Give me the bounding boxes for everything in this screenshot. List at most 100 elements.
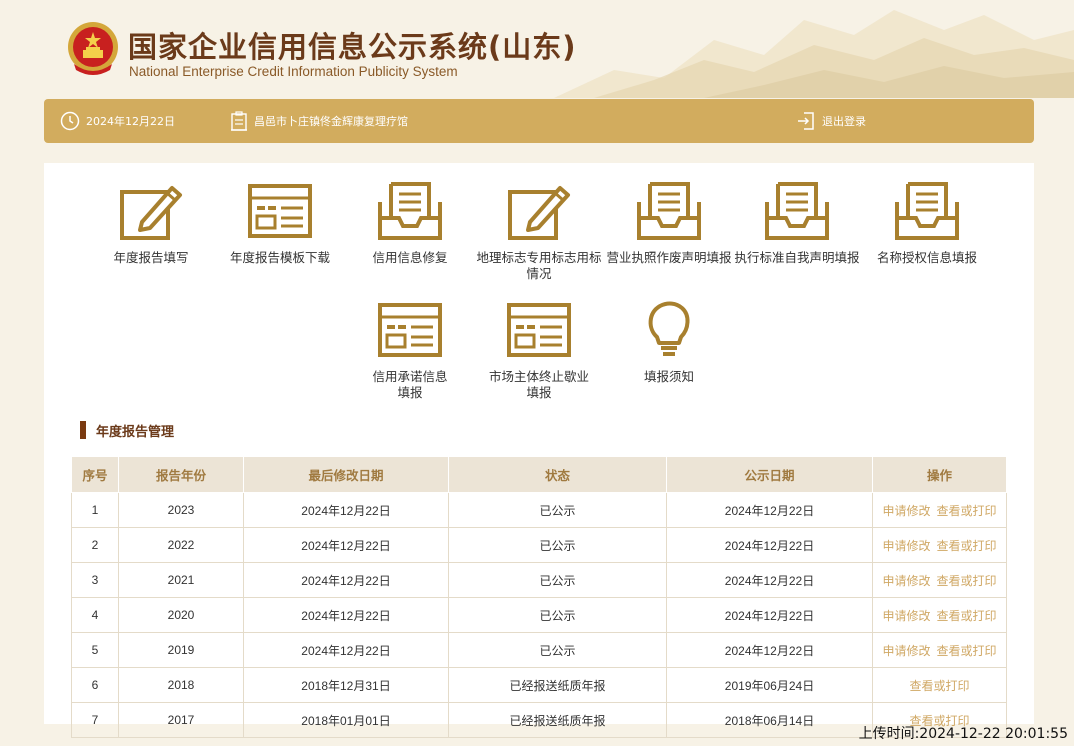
- logout-icon: [798, 112, 814, 130]
- tile-license-void[interactable]: 营业执照作废声明填报: [599, 180, 739, 266]
- current-date: 2024年12月22日: [86, 115, 175, 128]
- col-header: 状态: [448, 456, 667, 493]
- table-row: 6 2018 2018年12月31日 已经报送纸质年报 2019年06月24日 …: [71, 667, 1007, 703]
- tile-geo-mark[interactable]: 地理标志专用标志用标情况: [469, 180, 609, 282]
- cell-status: 已经报送纸质年报: [448, 702, 667, 738]
- annual-report-table: 序号 报告年份 最后修改日期 状态 公示日期 操作 1 2023 2024年12…: [71, 456, 1007, 738]
- template-icon: [507, 303, 571, 357]
- inbox-icon: [895, 182, 959, 240]
- cell-year: 2017: [118, 702, 244, 738]
- cell-ops: 申请修改 查看或打印: [872, 632, 1007, 668]
- cell-no: 1: [71, 492, 119, 528]
- edit-icon: [508, 186, 570, 240]
- tile-standard-declaration[interactable]: 执行标准自我声明填报: [727, 180, 867, 266]
- tile-label: 信用承诺信息填报: [372, 369, 448, 400]
- table-header-row: 序号 报告年份 最后修改日期 状态 公示日期 操作: [71, 456, 1007, 493]
- clock-icon: [60, 111, 80, 131]
- cell-year: 2023: [118, 492, 244, 528]
- company-name: 昌邑市卜庄镇佟金辉康复理疗馆: [254, 115, 408, 128]
- request-modify-link[interactable]: 申请修改: [882, 574, 930, 588]
- cell-published: 2024年12月22日: [666, 492, 873, 528]
- cell-published: 2024年12月22日: [666, 632, 873, 668]
- tile-label: 信用信息修复: [372, 250, 448, 265]
- tile-label: 市场主体终止歇业填报: [488, 369, 589, 400]
- cell-modified: 2024年12月22日: [243, 597, 449, 633]
- cell-no: 6: [71, 667, 119, 703]
- table-row: 2 2022 2024年12月22日 已公示 2024年12月22日 申请修改查…: [71, 527, 1007, 563]
- cell-no: 2: [71, 527, 119, 563]
- cell-status: 已公示: [448, 492, 667, 528]
- table-row: 4 2020 2024年12月22日 已公示 2024年12月22日 申请修改查…: [71, 597, 1007, 633]
- view-print-link[interactable]: 查看或打印: [937, 539, 997, 553]
- cell-status: 已公示: [448, 597, 667, 633]
- cell-ops: 申请修改 查看或打印: [872, 527, 1007, 563]
- request-modify-link[interactable]: 申请修改: [882, 504, 930, 518]
- tile-annual-report-fill[interactable]: 年度报告填写: [81, 180, 221, 266]
- cell-year: 2020: [118, 597, 244, 633]
- view-print-link[interactable]: 查看或打印: [937, 504, 997, 518]
- tile-credit-repair[interactable]: 信用信息修复: [340, 180, 480, 266]
- table-row: 1 2023 2024年12月22日 已公示 2024年12月22日 申请修改查…: [71, 492, 1007, 528]
- tile-label: 地理标志专用标志用标情况: [476, 250, 602, 281]
- tile-label: 名称授权信息填报: [876, 250, 977, 265]
- section-marker: [80, 421, 86, 439]
- inbox-icon: [378, 182, 442, 240]
- national-emblem-icon: [68, 22, 118, 75]
- template-icon: [248, 184, 312, 238]
- company-display: 昌邑市卜庄镇佟金辉康复理疗馆: [230, 99, 408, 143]
- col-header: 操作: [872, 456, 1007, 493]
- cell-published: 2019年06月24日: [666, 667, 873, 703]
- view-print-link[interactable]: 查看或打印: [909, 679, 969, 693]
- request-modify-link[interactable]: 申请修改: [882, 644, 930, 658]
- cell-published: 2024年12月22日: [666, 597, 873, 633]
- tile-credit-promise[interactable]: 信用承诺信息填报: [340, 299, 480, 401]
- view-print-link[interactable]: 查看或打印: [937, 574, 997, 588]
- cell-status: 已公示: [448, 527, 667, 563]
- view-print-link[interactable]: 查看或打印: [937, 609, 997, 623]
- section-title: 年度报告管理: [80, 421, 175, 440]
- cell-ops: 申请修改 查看或打印: [872, 492, 1007, 528]
- request-modify-link[interactable]: 申请修改: [882, 609, 930, 623]
- inbox-icon: [765, 182, 829, 240]
- cell-ops: 申请修改 查看或打印: [872, 562, 1007, 598]
- tile-template-download[interactable]: 年度报告模板下载: [210, 180, 350, 266]
- site-title: 国家企业信用信息公示系统(山东): [128, 30, 577, 64]
- cell-published: 2024年12月22日: [666, 527, 873, 563]
- section-title-text: 年度报告管理: [96, 424, 175, 440]
- tile-label: 营业执照作废声明填报: [606, 250, 732, 265]
- tile-name-authorization[interactable]: 名称授权信息填报: [857, 180, 997, 266]
- cell-ops: 申请修改 查看或打印: [872, 597, 1007, 633]
- col-header: 序号: [71, 456, 119, 493]
- cell-year: 2018: [118, 667, 244, 703]
- tile-market-termination[interactable]: 市场主体终止歇业填报: [469, 299, 609, 401]
- cell-status: 已公示: [448, 632, 667, 668]
- tile-filling-notice[interactable]: 填报须知: [599, 299, 739, 385]
- table-row: 5 2019 2024年12月22日 已公示 2024年12月22日 申请修改查…: [71, 632, 1007, 668]
- col-header: 报告年份: [118, 456, 244, 493]
- cell-modified: 2018年01月01日: [243, 702, 449, 738]
- cell-year: 2019: [118, 632, 244, 668]
- cell-year: 2021: [118, 562, 244, 598]
- request-modify-link[interactable]: 申请修改: [882, 539, 930, 553]
- cell-no: 3: [71, 562, 119, 598]
- user-info-bar: 2024年12月22日 昌邑市卜庄镇佟金辉康复理疗馆 退出登录: [44, 99, 1034, 143]
- logout-button[interactable]: 退出登录: [796, 99, 866, 143]
- mountain-background-image: [554, 10, 1074, 98]
- cell-status: 已经报送纸质年报: [448, 667, 667, 703]
- cell-status: 已公示: [448, 562, 667, 598]
- cell-no: 7: [71, 702, 119, 738]
- tile-label: 填报须知: [643, 369, 694, 384]
- inbox-icon: [637, 182, 701, 240]
- template-icon: [378, 303, 442, 357]
- upload-timestamp: 上传时间:2024-12-22 20:01:55: [858, 726, 1068, 742]
- logout-label: 退出登录: [822, 115, 866, 128]
- col-header: 最后修改日期: [243, 456, 449, 493]
- building-icon: [231, 111, 247, 131]
- lightbulb-icon: [648, 301, 690, 356]
- view-print-link[interactable]: 查看或打印: [937, 644, 997, 658]
- tile-label: 年度报告填写: [113, 250, 189, 265]
- cell-modified: 2024年12月22日: [243, 562, 449, 598]
- cell-modified: 2018年12月31日: [243, 667, 449, 703]
- date-display: 2024年12月22日: [60, 99, 175, 143]
- cell-modified: 2024年12月22日: [243, 527, 449, 563]
